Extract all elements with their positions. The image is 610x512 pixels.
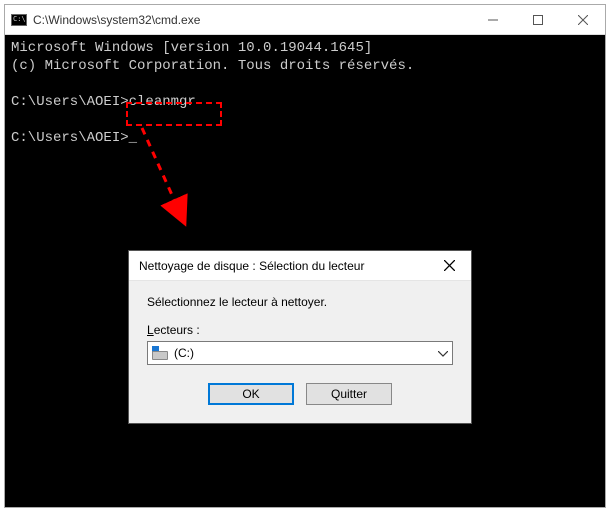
cmd-app-icon: C:\ xyxy=(11,14,27,26)
cmd-title: C:\Windows\system32\cmd.exe xyxy=(33,13,470,27)
console-line: (c) Microsoft Corporation. Tous droits r… xyxy=(11,57,599,75)
maximize-button[interactable] xyxy=(515,5,560,34)
close-button[interactable] xyxy=(560,5,605,34)
quit-button[interactable]: Quitter xyxy=(306,383,392,405)
drive-select-value: (C:) xyxy=(174,346,194,360)
typed-command: cleanmgr xyxy=(129,94,196,110)
prompt-path: C:\Users\AOEI> xyxy=(11,94,129,110)
window-controls xyxy=(470,5,605,34)
minimize-button[interactable] xyxy=(470,5,515,34)
prompt-path: C:\Users\AOEI> xyxy=(11,130,129,146)
console-line: Microsoft Windows [version 10.0.19044.16… xyxy=(11,39,599,57)
disk-cleanup-dialog: Nettoyage de disque : Sélection du lecte… xyxy=(128,250,472,424)
drive-icon xyxy=(152,346,168,360)
chevron-down-icon xyxy=(438,346,448,360)
ok-button[interactable]: OK xyxy=(208,383,294,405)
dialog-title: Nettoyage de disque : Sélection du lecte… xyxy=(139,259,427,273)
drives-label: Lecteurs : xyxy=(147,323,453,337)
cmd-titlebar[interactable]: C:\ C:\Windows\system32\cmd.exe xyxy=(5,5,605,35)
dialog-instruction: Sélectionnez le lecteur à nettoyer. xyxy=(147,295,453,309)
dialog-close-button[interactable] xyxy=(427,251,471,281)
dialog-titlebar[interactable]: Nettoyage de disque : Sélection du lecte… xyxy=(129,251,471,281)
dialog-button-row: OK Quitter xyxy=(147,383,453,405)
drive-select[interactable]: (C:) xyxy=(147,341,453,365)
cursor: _ xyxy=(129,130,137,146)
dialog-body: Sélectionnez le lecteur à nettoyer. Lect… xyxy=(129,281,471,423)
